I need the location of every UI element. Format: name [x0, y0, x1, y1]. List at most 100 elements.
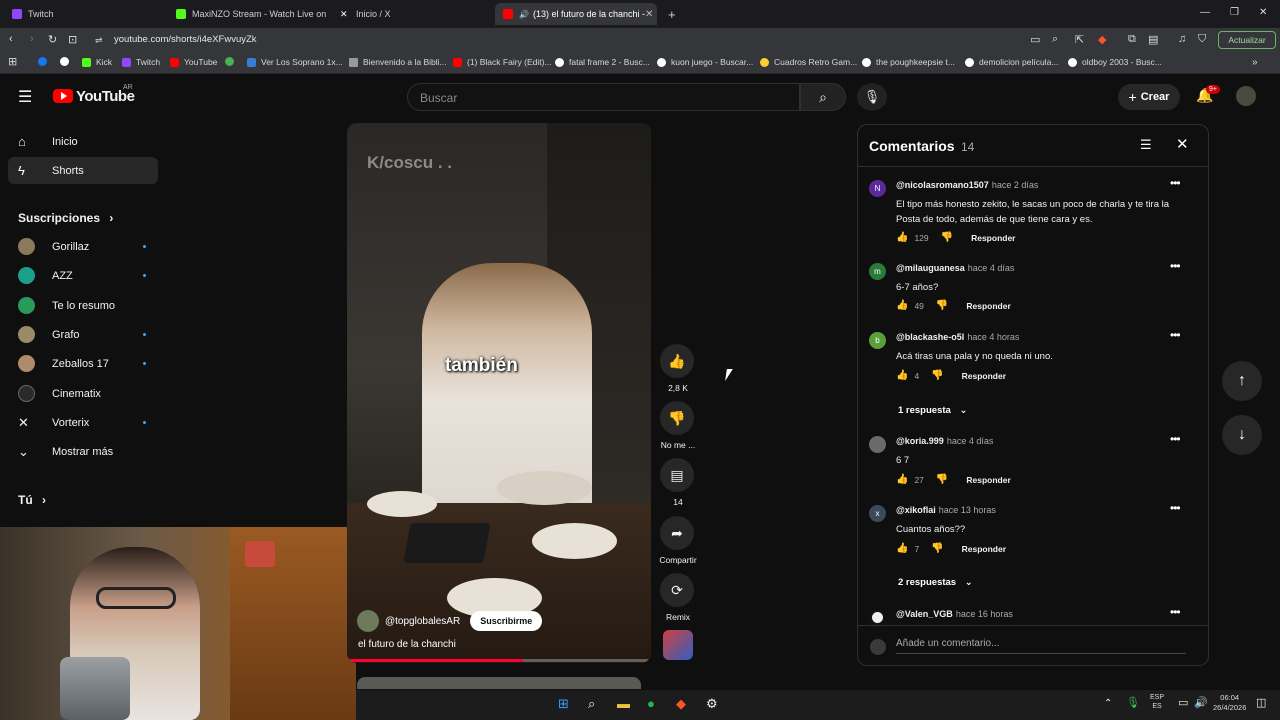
browser-tab-twitch[interactable]: Twitch: [4, 3, 164, 25]
plus-icon[interactable]: +: [660, 3, 680, 25]
you-heading[interactable]: Tú ›: [18, 493, 46, 507]
comment-avatar[interactable]: x: [869, 505, 886, 522]
bookmark-facebook[interactable]: [38, 57, 52, 66]
browser-tab-youtube-active[interactable]: 🔊 (13) el futuro de la chanchi - ✕: [495, 3, 657, 25]
comments-button[interactable]: ▤: [660, 458, 694, 492]
like-button[interactable]: 👍: [660, 344, 694, 378]
bookmark-demolicion[interactable]: demolicion película...: [965, 57, 1058, 67]
comment-author[interactable]: @blackashe-o5l hace 4 horas: [896, 332, 1019, 342]
sidebar-item-gorillaz[interactable]: Gorillaz: [8, 233, 158, 260]
account-avatar[interactable]: [1236, 86, 1256, 106]
bookmark-kuon[interactable]: kuon juego - Buscar...: [657, 57, 753, 67]
bookmark-x[interactable]: [60, 57, 74, 66]
bookmark-black-fairy[interactable]: (1) Black Fairy (Edit)...: [453, 57, 552, 67]
thumbs-down-icon[interactable]: 👎: [936, 474, 948, 485]
vpn-icon[interactable]: ⛉: [1198, 33, 1206, 46]
more-options-icon[interactable]: •••: [1170, 328, 1181, 342]
remix-button[interactable]: ⟳: [660, 573, 694, 607]
bookmark-twitch[interactable]: Twitch: [122, 57, 160, 67]
comment-author[interactable]: @milauguanesa hace 4 días: [896, 263, 1014, 273]
bookmark-kick[interactable]: Kick: [82, 57, 112, 67]
system-clock[interactable]: 06:04 26/4/2026: [1213, 693, 1246, 713]
update-button[interactable]: Actualizar: [1218, 31, 1276, 49]
comment-avatar[interactable]: N: [869, 180, 886, 197]
browser-tab-kick[interactable]: MaxiNZO Stream - Watch Live on: [168, 3, 326, 25]
reply-button[interactable]: Responder: [962, 371, 1006, 381]
sidebar-item-azz[interactable]: AZZ: [8, 262, 158, 289]
more-options-icon[interactable]: •••: [1170, 176, 1181, 190]
address-bar[interactable]: youtube.com/shorts/i4eXFwvuyZk: [114, 34, 257, 45]
zoom-icon[interactable]: ⌕: [1052, 33, 1058, 46]
next-short-button[interactable]: ↓: [1222, 415, 1262, 455]
thumbs-up-icon[interactable]: 👍: [896, 232, 908, 243]
bookmark-icon[interactable]: ⊡: [68, 33, 77, 46]
dislike-button[interactable]: 👎: [660, 401, 694, 435]
sidebar-item-cinematix[interactable]: Cinematix: [8, 380, 158, 407]
more-options-icon[interactable]: •••: [1170, 259, 1181, 273]
sidebar-item-vorterix[interactable]: ✕ Vorterix: [8, 409, 158, 436]
channel-avatar[interactable]: [357, 610, 379, 632]
bookmark-cuadros[interactable]: Cuadros Retro Gam...: [760, 57, 857, 67]
input-language[interactable]: ESP ES: [1150, 693, 1164, 711]
settings-gear-icon[interactable]: ⚙: [706, 696, 718, 712]
sound-avatar[interactable]: [663, 630, 693, 660]
view-replies-button[interactable]: 1 respuesta ⌄: [898, 405, 967, 416]
reply-button[interactable]: Responder: [966, 475, 1010, 485]
more-options-icon[interactable]: •••: [1170, 432, 1181, 446]
share-button[interactable]: ➦: [660, 516, 694, 550]
bookmark-fatal-frame[interactable]: fatal frame 2 - Busc...: [555, 57, 650, 67]
view-replies-button[interactable]: 2 respuestas ⌄: [898, 577, 973, 588]
comment-username[interactable]: @xikoflai: [896, 505, 936, 515]
media-icon[interactable]: ♫: [1178, 33, 1186, 45]
search-icon[interactable]: ⌕: [588, 696, 595, 712]
brave-browser-icon[interactable]: ◆: [676, 696, 686, 712]
search-input[interactable]: Buscar: [407, 83, 800, 111]
thumbs-up-icon[interactable]: 👍: [896, 474, 908, 485]
comment-author[interactable]: @Valen_VGB hace 16 horas: [896, 609, 1013, 619]
menu-icon[interactable]: ☰: [18, 87, 32, 107]
close-window-icon[interactable]: ✕: [1259, 7, 1267, 18]
create-button[interactable]: + Crear: [1118, 84, 1180, 110]
video-title[interactable]: el futuro de la chanchi: [358, 639, 456, 650]
comment-author[interactable]: @nicolasromano1507 hace 2 días: [896, 180, 1038, 190]
show-more-button[interactable]: ⌄ Mostrar más: [8, 438, 158, 465]
thumbs-down-icon[interactable]: 👎: [931, 370, 943, 381]
reply-button[interactable]: Responder: [962, 544, 1006, 554]
comment-username[interactable]: @koria.999: [896, 436, 944, 446]
thumbs-up-icon[interactable]: 👍: [896, 370, 908, 381]
thumbs-up-icon[interactable]: 👍: [896, 300, 908, 311]
comment-avatar[interactable]: [869, 609, 886, 626]
channel-name[interactable]: @topglobalesAR: [385, 616, 460, 627]
youtube-logo-icon[interactable]: [53, 89, 73, 103]
back-icon[interactable]: ‹: [9, 33, 13, 45]
bookmark-poughkeepsie[interactable]: the poughkeepsie t...: [862, 57, 955, 67]
thumbs-up-icon[interactable]: 👍: [896, 543, 908, 554]
comment-username[interactable]: @Valen_VGB: [896, 609, 953, 619]
comment-author[interactable]: @koria.999 hace 4 días: [896, 436, 993, 446]
brave-shield-icon[interactable]: ◆: [1098, 33, 1106, 46]
previous-short-button[interactable]: ↑: [1222, 361, 1262, 401]
chevron-up-icon[interactable]: ⌃: [1104, 698, 1112, 709]
more-options-icon[interactable]: •••: [1170, 605, 1181, 619]
comment-author[interactable]: @xikoflai hace 13 horas: [896, 505, 996, 515]
add-comment-input[interactable]: Añade un comentario...: [896, 638, 1186, 654]
voice-search-button[interactable]: 🎙: [857, 83, 887, 111]
sidebar-item-te-lo-resumo[interactable]: Te lo resumo: [8, 292, 158, 319]
bookmark-biblioteca[interactable]: Bienvenido a la Bibli...: [349, 57, 447, 67]
close-icon[interactable]: ✕: [1176, 135, 1189, 153]
subscribe-button[interactable]: Suscribirme: [470, 611, 543, 631]
more-options-icon[interactable]: •••: [1170, 501, 1181, 515]
comment-username[interactable]: @blackashe-o5l: [896, 332, 964, 342]
forward-icon[interactable]: ›: [30, 33, 34, 45]
sidebar-item-shorts[interactable]: ϟ Shorts: [8, 157, 158, 184]
thumbs-down-icon[interactable]: 👎: [941, 232, 953, 243]
comment-avatar[interactable]: b: [869, 332, 886, 349]
next-short-preview[interactable]: [357, 677, 641, 689]
reload-icon[interactable]: ↻: [48, 33, 57, 46]
subscriptions-heading[interactable]: Suscripciones ›: [18, 211, 113, 225]
comment-avatar[interactable]: [869, 436, 886, 453]
comment-username[interactable]: @nicolasromano1507: [896, 180, 989, 190]
sidebar-item-zeballos[interactable]: Zeballos 17: [8, 350, 158, 377]
comment-username[interactable]: @milauguanesa: [896, 263, 965, 273]
sidebar-toggle-icon[interactable]: ▤: [1148, 33, 1158, 46]
